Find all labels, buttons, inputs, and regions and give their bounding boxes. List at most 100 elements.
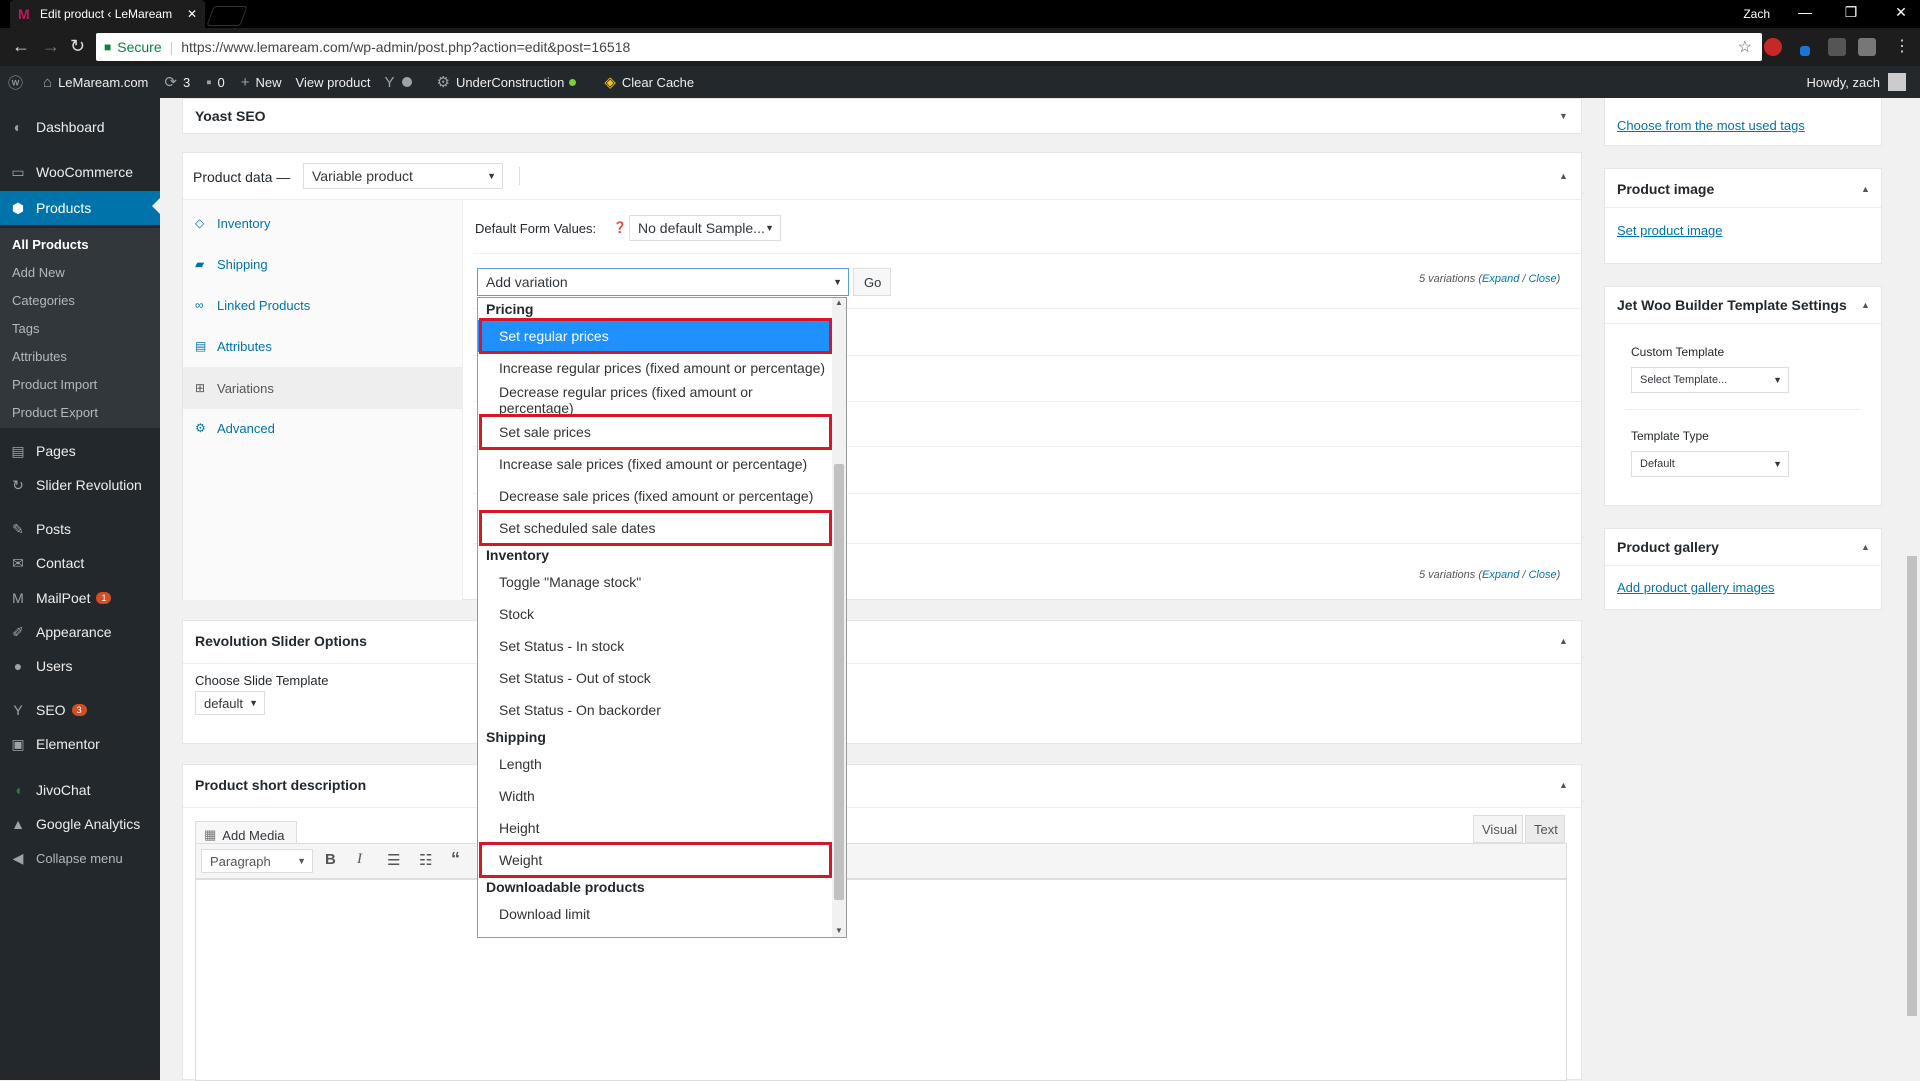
tab-variations[interactable]: ⊞ Variations (183, 367, 462, 409)
menu-seo[interactable]: Y SEO 3 (0, 695, 160, 725)
bold-icon[interactable]: B (325, 851, 336, 868)
scroll-down-icon[interactable]: ▼ (835, 926, 843, 935)
format-select[interactable]: Paragraph ▼ (201, 849, 313, 873)
most-used-tags-link[interactable]: Choose from the most used tags (1617, 118, 1805, 133)
italic-icon[interactable]: I (357, 851, 362, 868)
howdy-link[interactable]: Howdy, zach (1807, 75, 1880, 90)
minimize-icon[interactable]: — (1790, 4, 1820, 20)
tab-linked-products[interactable]: ∞ Linked Products (183, 288, 462, 322)
tab-close-icon[interactable]: ✕ (187, 7, 197, 21)
product-type-select[interactable]: Variable product ▼ (303, 163, 503, 189)
toggle-up-icon[interactable]: ▲ (1861, 300, 1870, 310)
submenu-categories[interactable]: Categories (12, 293, 75, 308)
new-link[interactable]: + New (241, 74, 282, 91)
menu-google-analytics[interactable]: ▲ Google Analytics (0, 809, 160, 839)
option-width[interactable]: Width (478, 780, 830, 812)
new-tab-button[interactable] (206, 6, 248, 26)
extension-flag-icon[interactable] (1828, 38, 1846, 56)
variation-action-select[interactable]: Add variation ▼ (477, 268, 849, 296)
tab-visual[interactable]: Visual (1473, 815, 1523, 843)
chrome-menu-icon[interactable]: ⋮ (1894, 36, 1910, 56)
option-increase-regular-prices[interactable]: Increase regular prices (fixed amount or… (478, 352, 830, 384)
submenu-tags[interactable]: Tags (12, 321, 39, 336)
option-status-out-of-stock[interactable]: Set Status - Out of stock (478, 662, 830, 694)
browser-tab[interactable]: M Edit product ‹ LeMaream ✕ (10, 0, 205, 28)
option-status-on-backorder[interactable]: Set Status - On backorder (478, 694, 830, 726)
option-increase-sale-prices[interactable]: Increase sale prices (fixed amount or pe… (478, 448, 830, 480)
option-stock[interactable]: Stock (478, 598, 830, 630)
updates-link[interactable]: ⟳ 3 (164, 73, 190, 91)
numbered-list-icon[interactable]: ☷ (419, 851, 432, 869)
submenu-all-products[interactable]: All Products (12, 237, 89, 252)
template-type-select[interactable]: Default ▼ (1631, 451, 1789, 477)
editor-content-area[interactable] (195, 879, 1567, 1081)
submenu-product-export[interactable]: Product Export (12, 405, 98, 420)
submenu-attributes[interactable]: Attributes (12, 349, 67, 364)
address-bar[interactable]: ■ Secure | https://www.lemaream.com/wp-a… (96, 33, 1762, 61)
option-decrease-sale-prices[interactable]: Decrease sale prices (fixed amount or pe… (478, 480, 830, 512)
option-set-sale-prices[interactable]: Set sale prices (478, 416, 830, 448)
scroll-up-icon[interactable]: ▲ (835, 298, 843, 307)
variation-action-dropdown[interactable]: Pricing Set regular prices Increase regu… (477, 297, 847, 938)
toggle-up-icon[interactable]: ▲ (1861, 542, 1870, 552)
page-scrollbar-thumb[interactable] (1907, 556, 1917, 1016)
option-download-limit[interactable]: Download limit (478, 898, 830, 930)
expand-link[interactable]: Expand (1482, 569, 1519, 581)
menu-jivochat[interactable]: ◖ JivoChat (0, 775, 160, 805)
expand-link[interactable]: Expand (1482, 273, 1519, 285)
back-icon[interactable]: ← (12, 36, 30, 57)
tab-inventory[interactable]: ◇ Inventory (183, 206, 462, 240)
wp-logo-icon[interactable]: ⓦ (8, 72, 29, 93)
url-text[interactable]: https://www.lemaream.com/wp-admin/post.p… (181, 39, 630, 55)
window-close-icon[interactable]: ✕ (1886, 4, 1916, 21)
option-height[interactable]: Height (478, 812, 830, 844)
menu-contact[interactable]: ✉ Contact (0, 548, 160, 578)
comments-link[interactable]: ▪ 0 (206, 74, 225, 91)
toggle-down-icon[interactable]: ▼ (1559, 111, 1568, 121)
menu-dashboard[interactable]: ◐ Dashboard (0, 112, 160, 142)
go-button[interactable]: Go (853, 268, 891, 296)
menu-pages[interactable]: ▤ Pages (0, 436, 160, 466)
tab-attributes[interactable]: ▤ Attributes (183, 329, 462, 363)
option-status-in-stock[interactable]: Set Status - In stock (478, 630, 830, 662)
default-form-select[interactable]: No default Sample... ▼ (629, 215, 781, 241)
option-toggle-manage-stock[interactable]: Toggle "Manage stock" (478, 566, 830, 598)
restore-icon[interactable]: ❐ (1836, 4, 1866, 21)
blockquote-icon[interactable]: “ (451, 849, 460, 870)
extension-blue-icon[interactable] (1800, 46, 1810, 56)
avatar[interactable] (1888, 73, 1906, 91)
option-set-regular-prices[interactable]: Set regular prices (478, 320, 830, 352)
close-link[interactable]: Close (1528, 569, 1556, 581)
slide-template-select[interactable]: default ▼ (195, 691, 265, 715)
help-icon[interactable]: ❓ (613, 221, 627, 234)
tab-shipping[interactable]: ▰ Shipping (183, 247, 462, 281)
custom-template-select[interactable]: Select Template... ▼ (1631, 367, 1789, 393)
clear-cache-link[interactable]: ◈ Clear Cache (604, 73, 694, 91)
menu-collapse[interactable]: ◀ Collapse menu (0, 843, 160, 873)
tab-text[interactable]: Text (1525, 815, 1565, 843)
menu-elementor[interactable]: ▣ Elementor (0, 729, 160, 759)
extension-camera-icon[interactable] (1858, 38, 1876, 56)
view-product-link[interactable]: View product (296, 75, 371, 90)
dropdown-scrollbar-thumb[interactable] (834, 464, 844, 900)
submenu-product-import[interactable]: Product Import (12, 377, 97, 392)
menu-slider-revolution[interactable]: ↻ Slider Revolution (0, 470, 160, 500)
close-link[interactable]: Close (1528, 273, 1556, 285)
window-user[interactable]: Zach (1743, 7, 1770, 21)
menu-woocommerce[interactable]: ▭ WooCommerce (0, 157, 160, 187)
menu-mailpoet[interactable]: M MailPoet 1 (0, 583, 160, 613)
extension-red-icon[interactable] (1764, 38, 1782, 56)
menu-users[interactable]: ● Users (0, 651, 160, 681)
forward-icon[interactable]: → (42, 36, 60, 57)
bookmark-star-icon[interactable]: ☆ (1738, 37, 1752, 57)
option-length[interactable]: Length (478, 748, 830, 780)
submenu-add-new[interactable]: Add New (12, 265, 65, 280)
menu-posts[interactable]: ✎ Posts (0, 514, 160, 544)
yoast-icon[interactable]: Y (384, 74, 400, 91)
toggle-up-icon[interactable]: ▲ (1559, 780, 1568, 790)
site-name-link[interactable]: ⌂ LeMaream.com (43, 74, 148, 91)
option-decrease-regular-prices[interactable]: Decrease regular prices (fixed amount or… (478, 384, 830, 416)
option-weight[interactable]: Weight (478, 844, 830, 876)
toggle-up-icon[interactable]: ▲ (1559, 171, 1568, 181)
toggle-up-icon[interactable]: ▲ (1861, 184, 1870, 194)
